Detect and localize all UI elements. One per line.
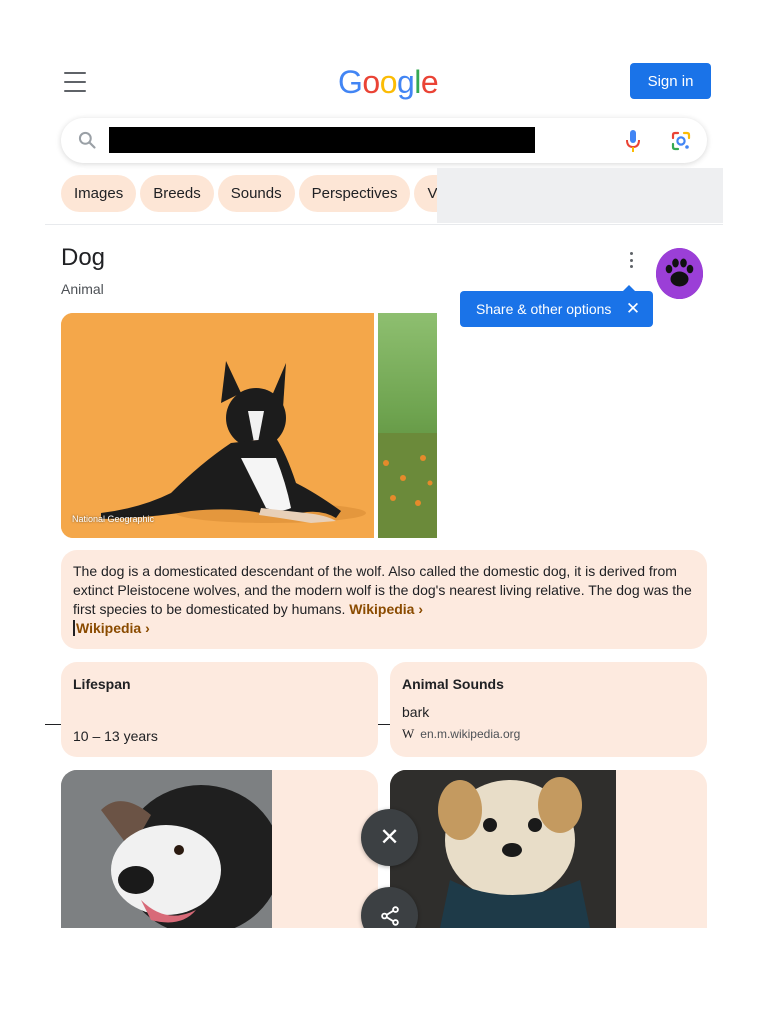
top-bar: Google Sign in	[0, 0, 768, 115]
lifespan-card[interactable]: Lifespan 10 – 13 years	[61, 662, 378, 757]
image-caption: National Geographic	[72, 514, 155, 524]
sign-in-button[interactable]: Sign in	[630, 63, 711, 99]
wikipedia-icon: W	[402, 726, 415, 741]
chip-videos[interactable]: Vic	[414, 175, 437, 212]
bottom-blank-area	[0, 928, 768, 1024]
logo-letter: g	[396, 64, 415, 100]
source-attribution[interactable]: W en.m.wikipedia.org	[402, 726, 695, 742]
text-cursor	[73, 620, 75, 636]
animal-sounds-title: Animal Sounds	[402, 676, 504, 692]
filter-chips: ImagesBreedsSoundsPerspectivesVic	[61, 175, 437, 212]
chip-perspectives[interactable]: Perspectives	[298, 175, 411, 212]
wikipedia-link[interactable]: Wikipedia ›	[76, 620, 150, 636]
chip-images[interactable]: Images	[61, 175, 137, 212]
dog-illustration	[61, 313, 374, 538]
google-lens-icon[interactable]	[669, 129, 693, 153]
search-icon[interactable]	[77, 130, 97, 150]
logo-letter: G	[338, 64, 363, 100]
logo-letter: o	[379, 64, 398, 100]
paw-avatar-icon[interactable]	[656, 248, 703, 299]
microphone-icon[interactable]	[625, 129, 641, 153]
google-logo[interactable]: Google	[338, 64, 439, 101]
divider-left	[45, 724, 61, 725]
source-domain: en.m.wikipedia.org	[420, 727, 521, 741]
chip-sounds[interactable]: Sounds	[217, 175, 295, 212]
dog-photo	[61, 770, 281, 928]
close-fab-button[interactable]: ✕	[361, 809, 418, 866]
share-icon	[380, 905, 399, 926]
divider	[45, 224, 723, 225]
redacted-query[interactable]	[109, 127, 535, 153]
meadow-illustration	[378, 433, 437, 538]
entity-title: Dog	[61, 244, 106, 271]
dog-image-card[interactable]	[61, 770, 378, 928]
divider-mid	[378, 724, 390, 725]
logo-letter: e	[420, 64, 439, 100]
search-bar[interactable]	[61, 118, 707, 163]
animal-sounds-card[interactable]: Animal Sounds bark W en.m.wikipedia.org	[390, 662, 707, 757]
secondary-dog-image[interactable]	[378, 313, 437, 538]
lifespan-value: 10 – 13 years	[73, 728, 158, 744]
logo-letter: o	[362, 64, 380, 100]
dog-photo	[390, 770, 616, 928]
animal-sound-value: bark	[402, 704, 430, 720]
dog-face-illustration	[390, 770, 616, 928]
overlay-gray-block	[437, 168, 723, 223]
close-icon[interactable]: ✕	[625, 300, 641, 318]
share-options-tooltip: Share & other options ✕	[460, 285, 653, 327]
dog-face-illustration	[61, 770, 281, 928]
entity-subtitle: Animal	[61, 281, 104, 297]
dog-hero-image[interactable]: National Geographic	[61, 313, 374, 538]
wikipedia-inline-link[interactable]: Wikipedia ›	[349, 601, 423, 617]
hamburger-menu-icon[interactable]	[64, 72, 86, 92]
chip-breeds[interactable]: Breeds	[140, 175, 214, 212]
more-options-icon[interactable]	[628, 252, 634, 268]
dog-image-card[interactable]	[390, 770, 707, 928]
lifespan-title: Lifespan	[73, 676, 131, 692]
logo-letter: l	[414, 64, 421, 100]
entity-description: The dog is a domesticated descendant of …	[61, 550, 707, 649]
tooltip-label: Share & other options	[476, 301, 612, 317]
